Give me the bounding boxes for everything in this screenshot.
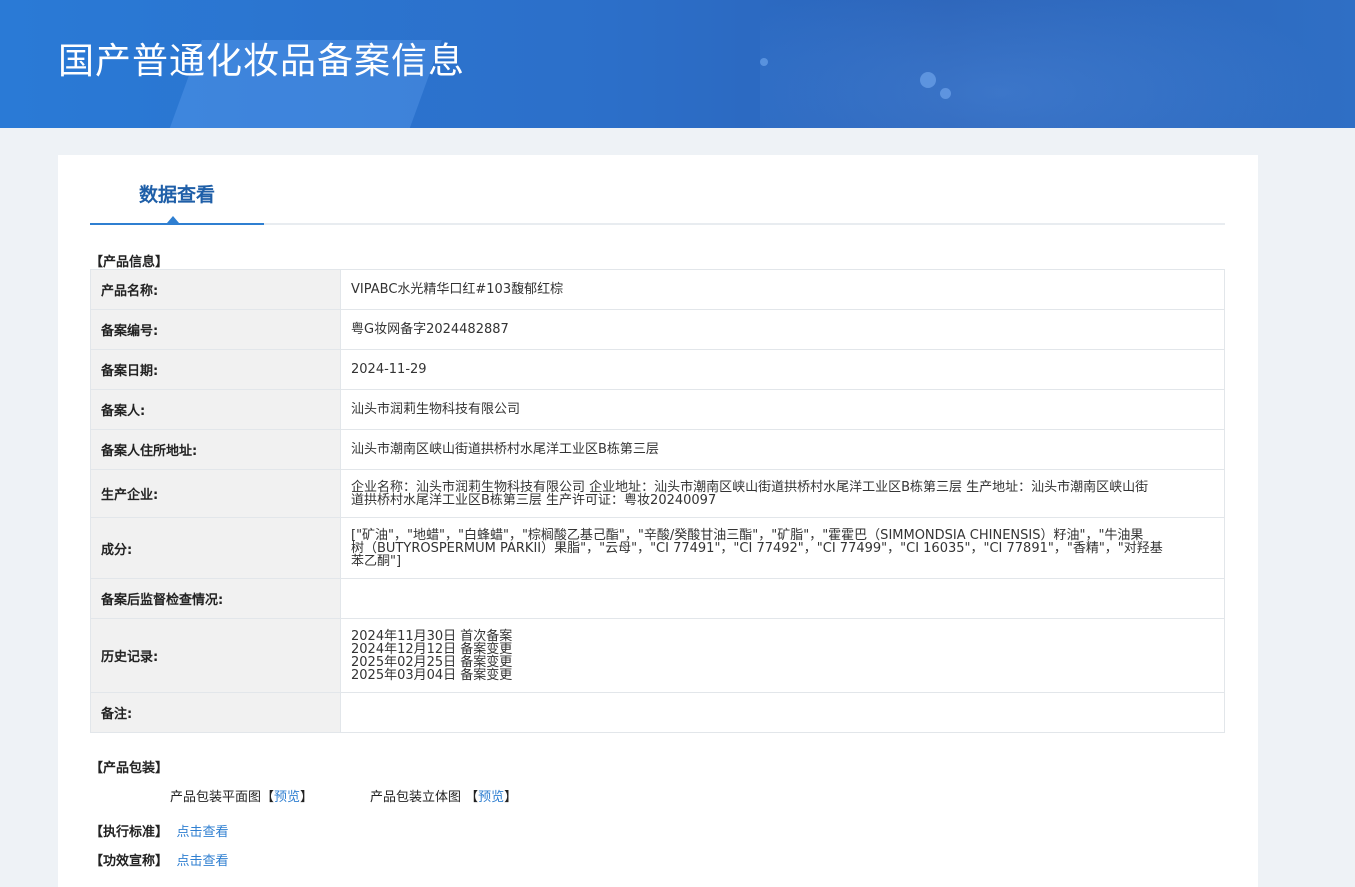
applicant-value: 汕头市润莉生物科技有限公司 — [340, 389, 1225, 430]
row-label: 备案人住所地址: — [90, 429, 341, 470]
section-product-info: 【产品信息】 — [90, 255, 169, 270]
row-label: 备案日期: — [90, 349, 341, 390]
ingredients-value: ["矿油"，"地蜡"，"白蜂蜡"，"棕榈酸乙基己酯"，"辛酸/癸酸甘油三酯"，"… — [340, 517, 1225, 579]
table-row: 备案人住所地址: 汕头市潮南区峡山街道拱桥村水尾洋工业区B栋第三层 — [90, 429, 1225, 470]
packaging-flat-preview-link[interactable]: 预览 — [274, 790, 300, 805]
content-card: 数据查看 【产品信息】 产品名称: VIPABC水光精华口红#103馥郁红棕 备… — [58, 155, 1258, 887]
row-label: 备注: — [90, 692, 341, 733]
manufacturer-line: 道拱桥村水尾洋工业区B栋第三层 生产许可证：粤妆20240097 — [351, 492, 717, 508]
efficacy-view-link[interactable]: 点击查看 — [177, 854, 229, 869]
manufacturer-line: 企业名称：汕头市润莉生物科技有限公司 企业地址：汕头市潮南区峡山街道拱桥村水尾洋… — [351, 479, 1149, 495]
ingredients-line: 苯乙酮"] — [351, 553, 402, 569]
history-value: 2024年11月30日 首次备案 2024年12月12日 备案变更 2025年0… — [340, 618, 1225, 693]
banner-decoration — [760, 0, 1355, 128]
row-label: 备案后监督检查情况: — [90, 578, 341, 619]
row-label: 产品名称: — [90, 269, 341, 310]
history-entry: 2025年02月25日 备案变更 — [351, 654, 513, 670]
standard-view-link[interactable]: 点击查看 — [177, 825, 229, 840]
manufacturer-value: 企业名称：汕头市润莉生物科技有限公司 企业地址：汕头市潮南区峡山街道拱桥村水尾洋… — [340, 469, 1225, 518]
tab-data-view[interactable]: 数据查看 — [90, 155, 264, 225]
ingredients-line: 树（BUTYROSPERMUM PARKII）果脂"，"云母"，"CI 7749… — [351, 540, 1163, 556]
tab-label: 数据查看 — [138, 184, 215, 206]
registration-number-value: 粤G妆网备字2024482887 — [340, 309, 1225, 350]
table-row: 产品名称: VIPABC水光精华口红#103馥郁红棕 — [90, 269, 1225, 310]
banner-dot — [940, 88, 951, 99]
packaging-solid-preview-link[interactable]: 预览 — [478, 790, 504, 805]
table-row: 备注: — [90, 692, 1225, 733]
row-label: 生产企业: — [90, 469, 341, 518]
page-title: 国产普通化妆品备案信息 — [58, 41, 466, 82]
section-standard: 【执行标准】 点击查看 — [90, 825, 229, 840]
table-row: 历史记录: 2024年11月30日 首次备案 2024年12月12日 备案变更 … — [90, 618, 1225, 693]
packaging-flat: 产品包装平面图【预览】 — [170, 790, 314, 805]
packaging-solid: 产品包装立体图 【预览】 — [370, 790, 518, 805]
table-row: 备案编号: 粤G妆网备字2024482887 — [90, 309, 1225, 350]
applicant-address-value: 汕头市潮南区峡山街道拱桥村水尾洋工业区B栋第三层 — [340, 429, 1225, 470]
section-efficacy: 【功效宣称】 点击查看 — [90, 854, 229, 869]
section-packaging: 【产品包装】 — [90, 761, 169, 776]
active-tab-caret — [167, 216, 179, 223]
packaging-solid-label: 产品包装立体图 — [370, 790, 462, 805]
ingredients-line: ["矿油"，"地蜡"，"白蜂蜡"，"棕榈酸乙基己酯"，"辛酸/癸酸甘油三酯"，"… — [351, 527, 1144, 543]
history-entry: 2024年11月30日 首次备案 — [351, 628, 513, 644]
history-entry: 2024年12月12日 备案变更 — [351, 641, 513, 657]
row-label: 备案编号: — [90, 309, 341, 350]
remarks-value — [340, 692, 1225, 733]
banner-dot — [920, 72, 936, 88]
product-info-table: 产品名称: VIPABC水光精华口红#103馥郁红棕 备案编号: 粤G妆网备字2… — [90, 269, 1225, 733]
row-label: 成分: — [90, 517, 341, 579]
packaging-flat-label: 产品包装平面图 — [170, 790, 262, 805]
product-name-value: VIPABC水光精华口红#103馥郁红棕 — [340, 269, 1225, 310]
table-row: 成分: ["矿油"，"地蜡"，"白蜂蜡"，"棕榈酸乙基己酯"，"辛酸/癸酸甘油三… — [90, 517, 1225, 579]
supervision-value — [340, 578, 1225, 619]
table-row: 备案后监督检查情况: — [90, 578, 1225, 619]
tab-bar: 数据查看 — [90, 155, 1225, 225]
row-label: 备案人: — [90, 389, 341, 430]
header-banner: 国产普通化妆品备案信息 — [0, 0, 1355, 128]
banner-dot — [760, 58, 768, 66]
row-label: 历史记录: — [90, 618, 341, 693]
table-row: 备案日期: 2024-11-29 — [90, 349, 1225, 390]
registration-date-value: 2024-11-29 — [340, 349, 1225, 390]
table-row: 生产企业: 企业名称：汕头市润莉生物科技有限公司 企业地址：汕头市潮南区峡山街道… — [90, 469, 1225, 518]
history-entry: 2025年03月04日 备案变更 — [351, 667, 513, 683]
table-row: 备案人: 汕头市润莉生物科技有限公司 — [90, 389, 1225, 430]
